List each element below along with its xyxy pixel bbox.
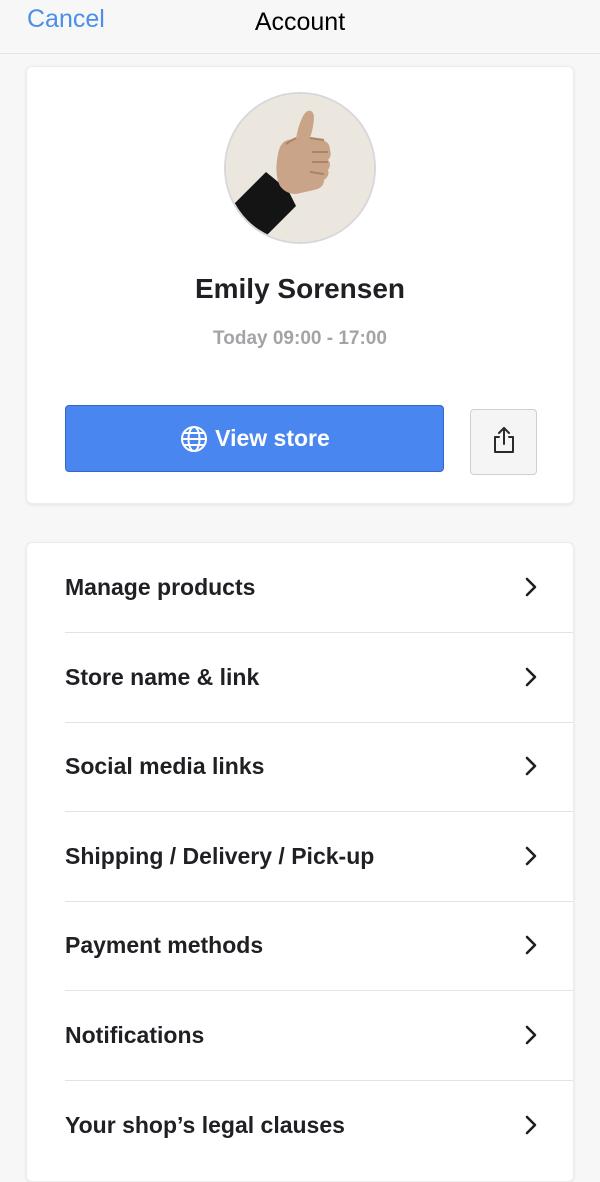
menu-item-label: Store name & link <box>65 664 260 690</box>
menu-item-legal-clauses[interactable]: Your shop’s legal clauses <box>27 1081 575 1170</box>
chevron-right-icon <box>525 756 537 776</box>
menu-item-notifications[interactable]: Notifications <box>27 991 575 1080</box>
share-button[interactable] <box>470 409 537 475</box>
profile-card: Emily Sorensen Today 09:00 - 17:00 View … <box>26 66 574 504</box>
share-icon <box>491 426 517 459</box>
profile-name: Emily Sorensen <box>194 273 406 304</box>
menu-item-label: Manage products <box>65 574 256 600</box>
chevron-right-icon <box>525 846 537 866</box>
chevron-right-icon <box>525 935 537 955</box>
menu-item-label: Shipping / Delivery / Pick-up <box>65 843 375 869</box>
chevron-right-icon <box>525 1115 537 1135</box>
menu-item-label: Social media links <box>65 753 265 779</box>
menu-item-social-media-links[interactable]: Social media links <box>27 722 575 811</box>
menu-item-manage-products[interactable]: Manage products <box>27 543 575 632</box>
menu-item-label: Notifications <box>65 1022 205 1048</box>
globe-icon <box>179 424 209 454</box>
menu-item-label: Your shop’s legal clauses <box>65 1112 345 1138</box>
menu-item-label: Payment methods <box>65 932 264 958</box>
menu-item-shipping-delivery-pickup[interactable]: Shipping / Delivery / Pick-up <box>27 812 575 901</box>
nav-bar: Cancel Account <box>0 0 600 54</box>
chevron-right-icon <box>525 577 537 597</box>
chevron-right-icon <box>525 667 537 687</box>
avatar-photo <box>226 94 374 242</box>
settings-menu: Manage products Store name & link Social… <box>26 542 574 1182</box>
view-store-label: View store <box>215 425 330 451</box>
page-title: Account <box>254 8 346 36</box>
chevron-right-icon <box>525 1025 537 1045</box>
menu-item-payment-methods[interactable]: Payment methods <box>27 901 575 990</box>
menu-item-store-name-link[interactable]: Store name & link <box>27 633 575 722</box>
opening-hours: Today 09:00 - 17:00 <box>213 328 387 349</box>
avatar <box>224 92 376 244</box>
view-store-button[interactable]: View store <box>65 405 444 472</box>
